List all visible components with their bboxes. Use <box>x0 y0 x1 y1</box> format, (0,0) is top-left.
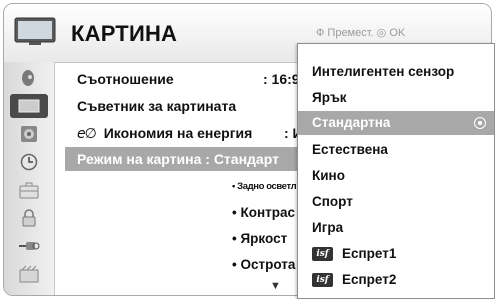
picture-wizard-label: Съветник за картината <box>77 98 237 114</box>
option-vivid[interactable]: Ярък <box>298 86 494 110</box>
satellite-dish-icon <box>22 70 34 86</box>
picture-mode-value: : Стандарт <box>205 151 279 167</box>
aspect-ratio-label: Съотношение <box>77 71 174 87</box>
usb-media-icon <box>19 265 39 283</box>
menu-item-aspect-ratio[interactable]: Съотношение : 16:9 <box>77 67 300 91</box>
sidebar-item-channels[interactable] <box>10 66 48 90</box>
tv-screen-icon <box>18 99 40 113</box>
speaker-icon <box>21 126 37 142</box>
sub-item-brightness[interactable]: • Яркост <box>232 231 287 246</box>
option-sport[interactable]: Спорт <box>298 190 494 214</box>
option-game[interactable]: Игра <box>298 216 494 240</box>
sidebar-item-options[interactable] <box>10 178 48 202</box>
sub-item-backlight[interactable]: • Задно осветл <box>232 181 297 192</box>
aspect-ratio-value: : 16:9 <box>263 71 300 87</box>
sidebar-item-picture[interactable] <box>10 94 48 118</box>
option-natural[interactable]: Естествена <box>298 138 494 162</box>
input-plug-icon <box>19 242 40 250</box>
option-expert1-label: Еспрет1 <box>342 246 397 261</box>
picture-mode-label: Режим на картина <box>77 151 202 167</box>
scroll-down-icon: ▼ <box>270 280 281 292</box>
sidebar-item-lock[interactable] <box>10 206 48 230</box>
menu-item-picture-wizard[interactable]: Съветник за картината <box>77 94 236 118</box>
navigation-hint: Ф Премест. ◎ OK <box>316 27 406 39</box>
isf-badge-icon: isf <box>312 273 333 288</box>
picture-mode-dropdown: Интелигентен сензор Ярък Стандартна Есте… <box>297 43 495 299</box>
option-expert2[interactable]: isf Еспрет2 <box>298 268 494 292</box>
option-cinema[interactable]: Кино <box>298 164 494 188</box>
isf-badge-icon: isf <box>312 247 333 262</box>
sub-item-contrast[interactable]: • Контрас <box>232 205 295 220</box>
menu-item-energy-saving[interactable]: e∅ Икономия на енергия : И <box>77 121 303 145</box>
briefcase-icon <box>19 182 39 199</box>
sidebar-item-sound[interactable] <box>10 122 48 146</box>
lock-icon <box>22 209 36 227</box>
radio-selected-icon <box>474 117 486 129</box>
category-sidebar <box>4 62 55 295</box>
option-intelligent-sensor[interactable]: Интелигентен сензор <box>298 60 494 84</box>
clock-icon <box>20 153 38 171</box>
tv-icon <box>14 17 56 45</box>
sidebar-item-time[interactable] <box>10 150 48 174</box>
energy-saving-label: Икономия на енергия <box>103 125 253 141</box>
option-expert2-label: Еспрет2 <box>342 272 397 287</box>
option-standard-label: Стандартна <box>312 115 391 130</box>
option-standard[interactable]: Стандартна <box>298 111 494 135</box>
option-expert1[interactable]: isf Еспрет1 <box>298 242 494 266</box>
sub-item-sharpness[interactable]: • Острота <box>232 257 295 272</box>
page-title: КАРТИНА <box>71 21 178 46</box>
sidebar-item-input[interactable] <box>10 234 48 258</box>
menu-item-picture-mode[interactable]: Режим на картина : Стандарт <box>65 147 327 171</box>
sidebar-item-usb[interactable] <box>10 262 48 286</box>
eco-icon: e∅ <box>77 126 97 142</box>
